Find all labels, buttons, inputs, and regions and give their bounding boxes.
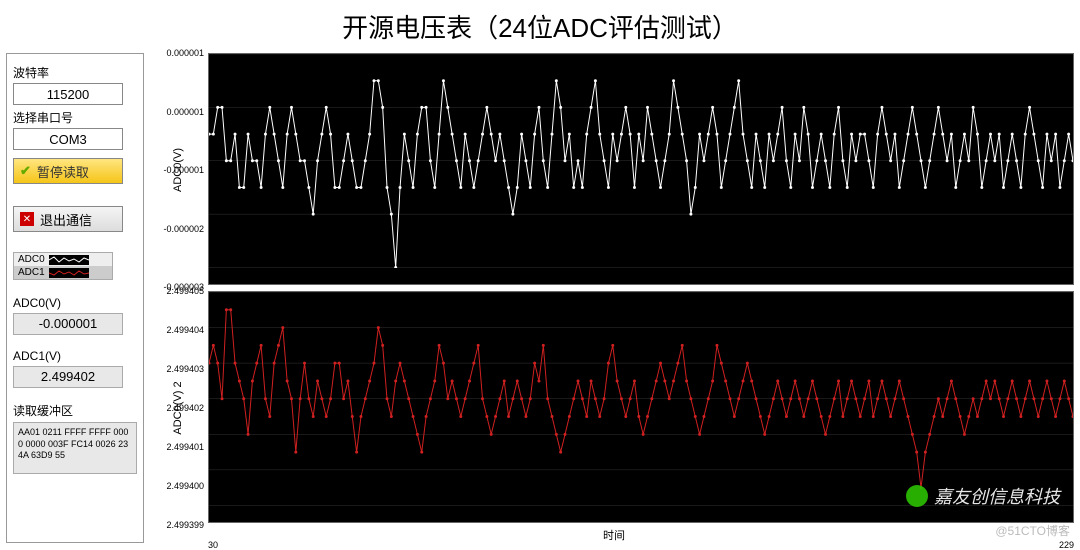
exit-button[interactable]: ✕ 退出通信 bbox=[13, 206, 123, 232]
adc1-value: 2.499402 bbox=[13, 366, 123, 388]
check-icon: ✔ bbox=[20, 163, 31, 179]
legend-adc0[interactable]: ADC0 bbox=[14, 253, 112, 266]
buffer-value: AA01 0211 FFFF FFFF 0000 0000 003F FC14 … bbox=[13, 422, 137, 474]
sidebar: 波特率 选择串口号 ✔ 暂停读取 ✕ 退出通信 ADC0 ADC1 ADC0(V… bbox=[6, 53, 144, 543]
chart0[interactable] bbox=[208, 53, 1074, 285]
baud-label: 波特率 bbox=[13, 64, 137, 81]
adc1-label: ADC1(V) bbox=[13, 349, 137, 363]
legend-sample-adc0 bbox=[49, 255, 89, 265]
exit-button-label: 退出通信 bbox=[40, 210, 92, 229]
legend-sample-adc1 bbox=[49, 268, 89, 278]
watermark-brand: 嘉友创信息科技 bbox=[906, 483, 1060, 509]
x-icon: ✕ bbox=[20, 212, 34, 226]
chart-xlabel: 时间 bbox=[154, 527, 1074, 543]
wechat-icon bbox=[906, 485, 928, 507]
watermark-source: @51CTO博客 bbox=[995, 522, 1070, 539]
adc0-value: -0.000001 bbox=[13, 313, 123, 335]
page-title: 开源电压表（24位ADC评估测试） bbox=[0, 0, 1080, 53]
chart1-yticks: 2.4994052.4994042.4994032.4994022.499401… bbox=[156, 291, 206, 525]
port-label: 选择串口号 bbox=[13, 109, 137, 126]
buffer-label: 读取缓冲区 bbox=[13, 402, 137, 419]
chart0-yticks: 0.0000010.000001-0.000001-0.000002-0.000… bbox=[156, 53, 206, 287]
baud-input[interactable] bbox=[13, 83, 123, 105]
pause-button[interactable]: ✔ 暂停读取 bbox=[13, 158, 123, 184]
charts-area: ADC0(V) 0.0000010.000001-0.000001-0.0000… bbox=[154, 53, 1074, 543]
chart-legend: ADC0 ADC1 bbox=[13, 252, 113, 280]
adc0-label: ADC0(V) bbox=[13, 296, 137, 310]
legend-adc1[interactable]: ADC1 bbox=[14, 266, 112, 279]
pause-button-label: 暂停读取 bbox=[37, 162, 89, 181]
port-select[interactable] bbox=[13, 128, 123, 150]
